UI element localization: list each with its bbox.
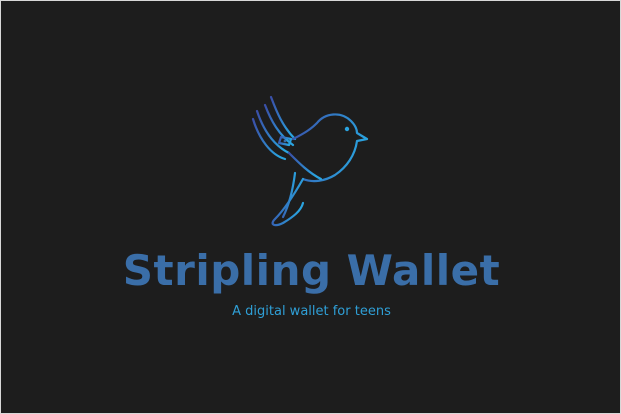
brand-tagline: A digital wallet for teens [232,304,391,319]
logo-card: Stripling Wallet A digital wallet for te… [0,0,621,414]
brand-name: Stripling Wallet [122,246,501,295]
bird-icon [251,95,369,227]
